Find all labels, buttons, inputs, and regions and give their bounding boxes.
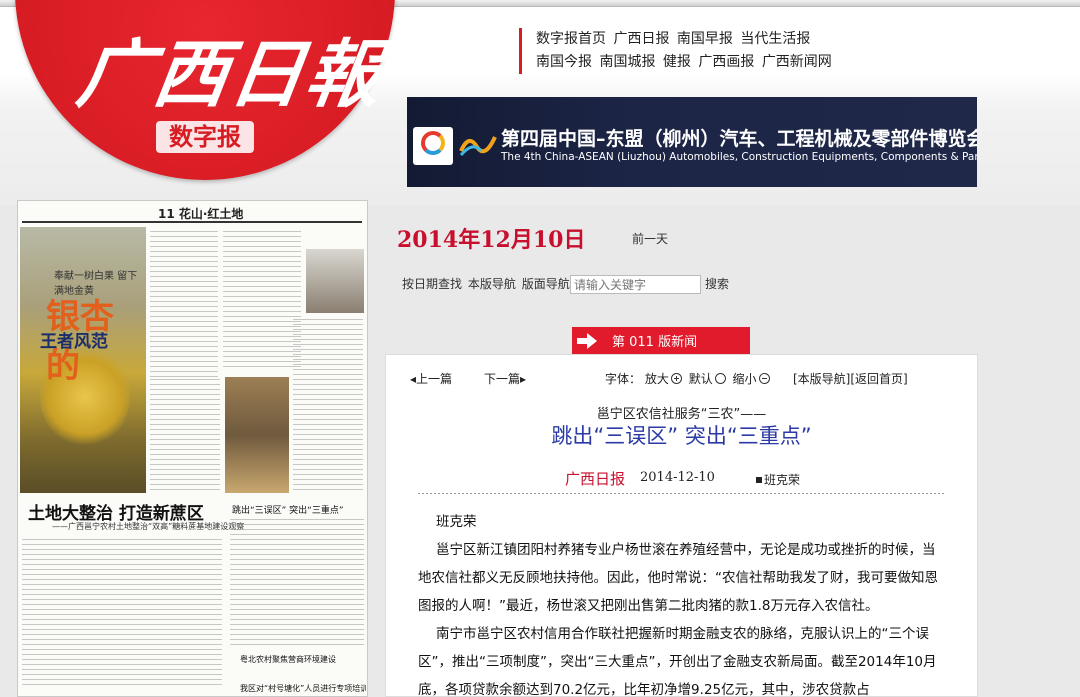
thumb-small-head-2[interactable]: 我区对“村号塘化”人员进行专项培训 bbox=[240, 683, 367, 694]
nav-page-layout[interactable]: 版面导航 bbox=[522, 277, 570, 291]
logo-title[interactable]: 广西日報 bbox=[72, 30, 388, 120]
logo-badge[interactable]: 数字报 bbox=[156, 121, 254, 153]
text-column bbox=[22, 539, 222, 689]
font-size-control: 字体： 放大 默认 缩小 bbox=[605, 370, 773, 387]
nav-links: 按日期查找 本版导航 版面导航 bbox=[402, 275, 572, 292]
link-guangxi-news-net[interactable]: 广西新闻网 bbox=[762, 54, 832, 70]
text-column bbox=[293, 319, 363, 491]
gallery-photo[interactable] bbox=[306, 249, 364, 313]
link-health-news[interactable]: 健报 bbox=[663, 54, 691, 70]
font-smaller-button[interactable]: 缩小 bbox=[733, 372, 773, 386]
article-title: 跳出“三误区” 突出“三重点” bbox=[551, 424, 812, 448]
font-bigger-button[interactable]: 放大 bbox=[645, 372, 685, 386]
link-guangxi-daily[interactable]: 广西日报 bbox=[613, 31, 669, 47]
body-author: 班克荣 bbox=[436, 514, 477, 530]
article-date: 2014-12-10 bbox=[640, 470, 715, 485]
banner-title: 第四届中国–东盟（柳州）汽车、工程机械及零部件博览会 bbox=[501, 128, 977, 150]
text-column bbox=[150, 379, 220, 491]
dotted-divider bbox=[418, 493, 945, 494]
expo-logo-icon bbox=[413, 127, 453, 165]
nav-this-page[interactable]: 本版导航 bbox=[468, 277, 516, 291]
zoom-out-icon bbox=[758, 373, 770, 384]
link-nanguo-city[interactable]: 南国城报 bbox=[599, 54, 655, 70]
font-label: 字体： bbox=[605, 372, 642, 386]
thumb-small-head-1[interactable]: 粤北农村聚焦营商环境建设 bbox=[240, 654, 336, 665]
article-body: 班克荣 邕宁区新江镇团阳村养猪专业户杨世滚在养殖经营中，无论是成功或挫折的时候，… bbox=[418, 508, 948, 697]
banner-subtitle: The 4th China-ASEAN (Liuzhou) Automobile… bbox=[501, 151, 977, 163]
prev-article-link[interactable]: ◂上一篇 bbox=[410, 370, 452, 387]
arrow-right-icon bbox=[577, 333, 597, 349]
zoom-in-icon bbox=[670, 373, 682, 384]
page-subhead: ——广西邕宁农村土地整治“双高”糖料蔗基地建设观察 bbox=[52, 522, 245, 531]
child-photo[interactable] bbox=[225, 377, 289, 493]
nav-by-date[interactable]: 按日期查找 bbox=[402, 277, 462, 291]
next-article-link[interactable]: 下一篇▸ bbox=[484, 370, 526, 387]
issue-date: 2014年12月10日 bbox=[397, 227, 586, 253]
link-nanguo-morning[interactable]: 南国早报 bbox=[677, 31, 733, 47]
text-column bbox=[223, 231, 301, 371]
link-guangxi-pictorial[interactable]: 广西画报 bbox=[698, 54, 754, 70]
link-contemporary-life[interactable]: 当代生活报 bbox=[740, 31, 810, 47]
search-button[interactable]: 搜索 bbox=[705, 275, 729, 292]
page-nav-link[interactable]: [本版导航] bbox=[793, 372, 850, 386]
article-source: 广西日报 bbox=[565, 470, 626, 488]
font-default-button[interactable]: 默认 bbox=[689, 372, 729, 386]
expo-banner[interactable]: 第四届中国–东盟（柳州）汽车、工程机械及零部件博览会 The 4th China… bbox=[407, 97, 977, 187]
caret-right-icon: ▸ bbox=[520, 372, 527, 386]
header: 广西日報 数字报 数字报首页 广西日报 南国早报 当代生活报 南国今报 南国城报… bbox=[0, 0, 1080, 205]
radio-icon bbox=[714, 373, 726, 384]
thumb-article-head[interactable]: 跳出“三误区” 突出“三重点” bbox=[232, 503, 344, 516]
newspaper-page-image[interactable]: 11 花山·红土地 奉献一树白果 留下满地金黄 银杏的 王者风范 土地大整治 打… bbox=[17, 200, 368, 697]
search-input[interactable] bbox=[570, 275, 701, 294]
link-digital-home[interactable]: 数字报首页 bbox=[536, 31, 606, 47]
author-name: 班克荣 bbox=[764, 473, 801, 487]
page-masthead: 11 花山·红土地 bbox=[22, 205, 362, 223]
page-label: 11 花山·红土地 bbox=[158, 207, 244, 221]
body-paragraph: 邕宁区新江镇团阳村养猪专业户杨世滚在养殖经营中，无论是成功或挫折的时候，当地农信… bbox=[418, 542, 938, 614]
text-column bbox=[150, 231, 218, 381]
feature-title: 王者风范 bbox=[40, 332, 108, 352]
link-nanguo-today[interactable]: 南国今报 bbox=[536, 54, 592, 70]
prev-day-link[interactable]: 前一天 bbox=[632, 230, 668, 247]
page-ribbon-label: 第 011 版新闻 bbox=[612, 335, 698, 350]
body-paragraph: 南宁市邕宁区农村信用合作联社把握新时期金融支农的脉络，克服认识上的“三个误区”，… bbox=[418, 626, 937, 697]
expo-mark-icon bbox=[459, 136, 497, 156]
prev-article-label: 上一篇 bbox=[416, 372, 453, 386]
ginkgo-feature-photo[interactable]: 奉献一树白果 留下满地金黄 银杏的 王者风范 bbox=[20, 227, 146, 493]
next-article-label: 下一篇 bbox=[484, 372, 521, 386]
article-page-links: [本版导航][返回首页] bbox=[793, 370, 908, 387]
site-links: 数字报首页 广西日报 南国早报 当代生活报 南国今报 南国城报 健报 广西画报 … bbox=[519, 28, 849, 74]
back-home-link[interactable]: [返回首页] bbox=[850, 372, 907, 386]
article-author: 班克荣 bbox=[756, 471, 800, 488]
square-bullet-icon bbox=[756, 477, 762, 483]
text-column bbox=[230, 519, 364, 647]
